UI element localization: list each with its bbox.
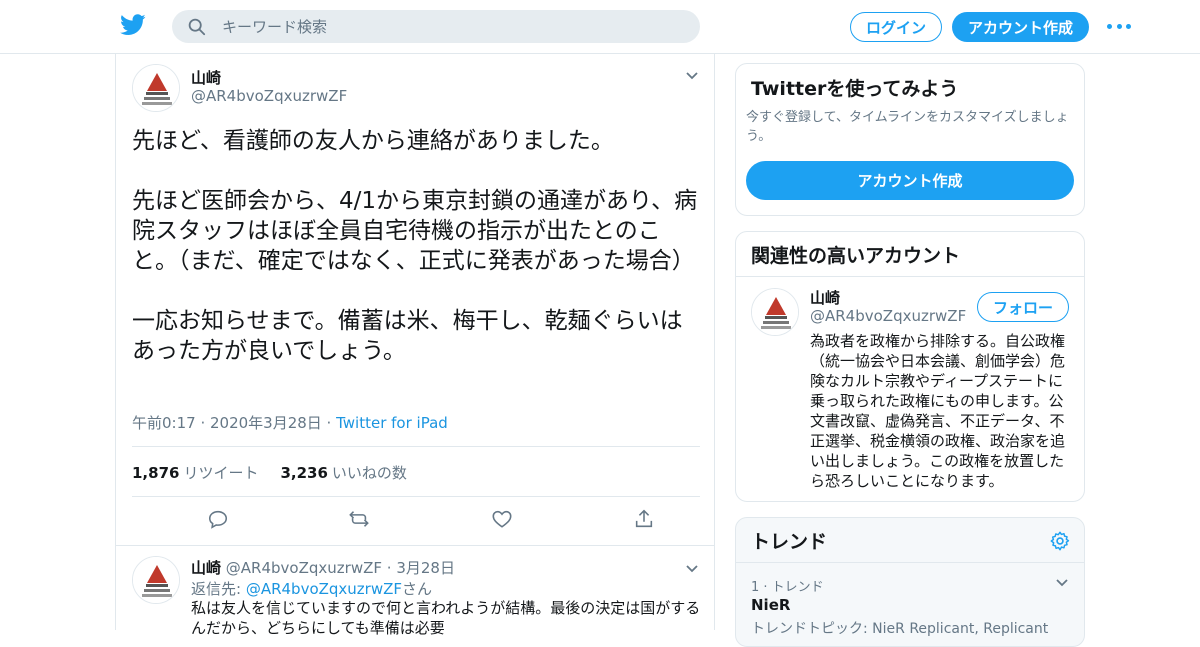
like-label: いいねの数 xyxy=(331,464,407,482)
reply-tweet[interactable]: 山崎 @AR4bvoZqxuzrwZF · 3月28日 返信先: @AR4bvo… xyxy=(116,546,714,637)
divider xyxy=(736,562,1084,563)
author-handle[interactable]: @AR4bvoZqxuzrwZF xyxy=(191,87,347,105)
tweet-column: 山崎 @AR4bvoZqxuzrwZF 先ほど、看護師の友人から連絡がありました… xyxy=(115,54,715,637)
chevron-down-icon[interactable] xyxy=(685,564,699,574)
trend-topics: トレンドトピック: NieR Replicant, Replicant xyxy=(751,621,1049,637)
reply-to-line: 返信先: @AR4bvoZqxuzrwZFさん xyxy=(191,578,432,599)
author-name[interactable]: 山崎 xyxy=(191,67,221,88)
reply-to-handle-link[interactable]: @AR4bvoZqxuzrwZF xyxy=(246,580,402,598)
share-icon[interactable] xyxy=(633,508,655,530)
dot xyxy=(1126,23,1131,29)
chevron-down-icon[interactable] xyxy=(685,71,699,81)
related-accounts-card: 関連性の高いアカウント 山崎 @AR4bvoZqxuzrwZF フォロー 為政者… xyxy=(735,231,1085,502)
follow-button[interactable]: フォロー xyxy=(977,292,1069,322)
avatar-image xyxy=(133,557,179,603)
gear-icon[interactable] xyxy=(1049,530,1071,552)
more-dots-icon[interactable] xyxy=(1107,16,1131,36)
related-account-name[interactable]: 山崎 xyxy=(810,287,840,308)
like-heart-icon[interactable] xyxy=(491,508,513,530)
tweet-metadata: 午前0:17 · 2020年3月28日 · Twitter for iPad xyxy=(132,412,448,433)
avatar-image xyxy=(133,65,179,111)
trend-name[interactable]: NieR xyxy=(751,596,790,614)
tweet-timestamp[interactable]: 午前0:17 · 2020年3月28日 · xyxy=(132,414,336,432)
avatar[interactable] xyxy=(132,556,180,604)
reply-author-name[interactable]: 山崎 xyxy=(191,559,221,577)
avatar[interactable] xyxy=(132,64,180,112)
reply-author-handle[interactable]: @AR4bvoZqxuzrwZF xyxy=(226,559,382,577)
signup-card-title: Twitterを使ってみよう xyxy=(751,78,959,100)
search-bar[interactable] xyxy=(172,10,700,43)
reply-to-suffix: さん xyxy=(402,580,433,598)
reply-text: 私は友人を信じていますので何と言われようが結構。最後の決定は国がするんだから、ど… xyxy=(191,599,701,637)
tweet-client-link[interactable]: Twitter for iPad xyxy=(336,414,448,432)
signup-card-description: 今すぐ登録して、タイムラインをカスタマイズしましょう。 xyxy=(746,110,1069,144)
signup-card: Twitterを使ってみよう 今すぐ登録して、タイムラインをカスタマイズしましょ… xyxy=(735,63,1085,216)
retweet-icon[interactable] xyxy=(348,508,370,530)
top-navigation-bar: ログイン アカウント作成 xyxy=(0,0,1200,54)
dot xyxy=(1107,23,1112,29)
retweet-label: リツイート xyxy=(183,464,259,482)
like-count: 3,236 xyxy=(280,464,328,482)
tweet-text: 先ほど、看護師の友人から連絡がありました。 先ほど医師会から、4/1から東京封鎖… xyxy=(132,128,698,364)
trend-rank: 1 · トレンド xyxy=(751,580,824,595)
chevron-down-icon[interactable] xyxy=(1055,578,1069,588)
related-account-handle[interactable]: @AR4bvoZqxuzrwZF xyxy=(810,307,966,325)
trends-card: トレンド 1 · トレンド NieR トレンドトピック: NieR Replic… xyxy=(735,517,1085,647)
avatar[interactable] xyxy=(751,288,799,336)
search-icon xyxy=(188,18,206,36)
like-stat[interactable]: 3,236 いいねの数 xyxy=(280,462,406,483)
related-card-title: 関連性の高いアカウント xyxy=(751,245,961,267)
search-input[interactable] xyxy=(222,10,682,43)
related-account-bio: 為政者を政権から排除する。自公政権（統一協会や日本会議、創価学会）危険なカルト宗… xyxy=(810,332,1066,490)
retweet-count: 1,876 xyxy=(132,464,180,482)
reply-to-label: 返信先: xyxy=(191,580,246,598)
login-button[interactable]: ログイン xyxy=(850,12,942,42)
tweet-stats: 1,876 リツイート 3,236 いいねの数 xyxy=(132,462,407,483)
reply-header: 山崎 @AR4bvoZqxuzrwZF · 3月28日 xyxy=(191,557,455,578)
reply-icon[interactable] xyxy=(207,508,229,530)
divider xyxy=(736,276,1084,277)
reply-date[interactable]: · 3月28日 xyxy=(387,559,455,577)
divider xyxy=(132,446,700,447)
divider xyxy=(132,496,700,497)
dot xyxy=(1116,23,1122,29)
trends-title: トレンド xyxy=(751,531,828,553)
avatar-image xyxy=(752,289,798,335)
signup-card-button[interactable]: アカウント作成 xyxy=(746,161,1074,200)
retweet-stat[interactable]: 1,876 リツイート xyxy=(132,462,258,483)
twitter-bird-icon[interactable] xyxy=(120,14,146,36)
signup-button[interactable]: アカウント作成 xyxy=(952,12,1089,42)
tweet-actions xyxy=(132,508,700,534)
